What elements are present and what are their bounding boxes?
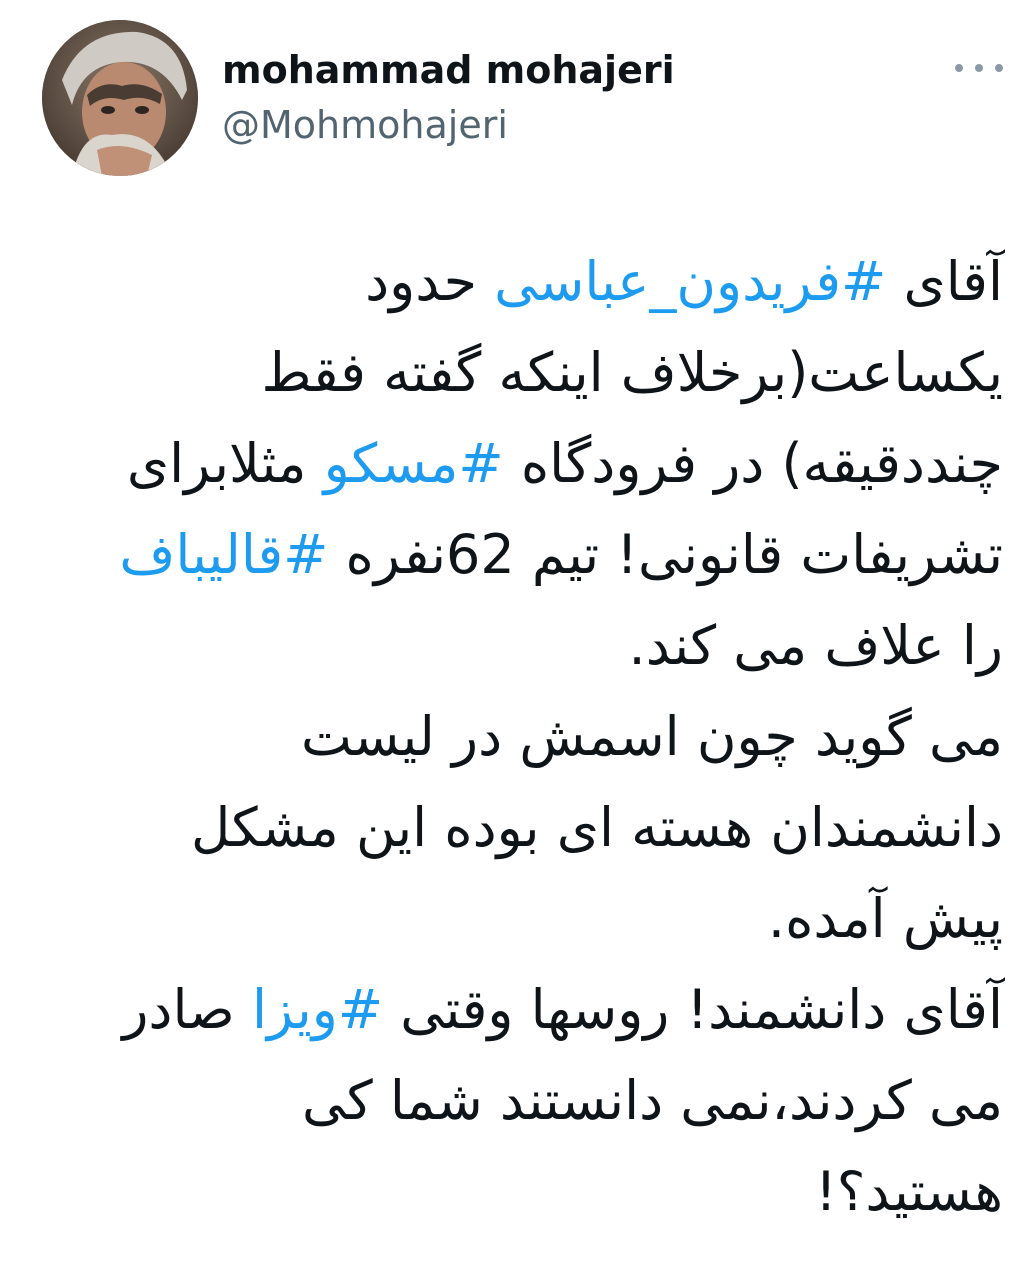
tweet-line: هستید؟! [43, 1146, 1003, 1237]
more-dot [995, 64, 1003, 72]
tweet-line: چنددقیقه) در فرودگاه #مسکو مثلابرای [43, 418, 1003, 509]
hashtag-link[interactable]: #فریدون_عباسی [494, 250, 886, 313]
text-segment: می گوید چون اسمش در لیست [300, 705, 1003, 768]
text-segment: حدود [365, 250, 495, 313]
tweet-line: می کردند،نمی دانستند شما کی [43, 1055, 1003, 1146]
tweet: mohammad mohajeri @Mohmohajeri آقای #فری… [0, 0, 1023, 1280]
tweet-line: می گوید چون اسمش در لیست [43, 691, 1003, 782]
tweet-line: را علاف می کند. [43, 600, 1003, 691]
more-dot [955, 64, 963, 72]
tweet-line: تشریفات قانونی! تیم 62نفره #قالیباف [43, 509, 1003, 600]
text-segment: پیش آمده. [767, 887, 1003, 950]
tweet-line: آقای #فریدون_عباسی حدود [43, 236, 1003, 327]
text-segment: هستید؟! [815, 1160, 1003, 1223]
text-segment: آقای دانشمند! روسها وقتی [383, 978, 1003, 1041]
author-handle[interactable]: @Mohmohajeri [222, 101, 508, 149]
tweet-line: دانشمندان هسته ای بوده این مشکل [43, 782, 1003, 873]
text-segment: می کردند،نمی دانستند شما کی [301, 1069, 1003, 1132]
avatar[interactable] [42, 20, 198, 176]
more-horizontal-icon[interactable] [955, 58, 1003, 78]
text-segment: چنددقیقه) در فرودگاه [503, 432, 1003, 495]
hashtag-link[interactable]: #ویزا [252, 978, 383, 1041]
tweet-text: آقای #فریدون_عباسی حدود یکساعت(برخلاف ای… [43, 236, 1003, 1237]
text-segment: آقای [886, 250, 1003, 313]
text-segment: یکساعت(برخلاف اینکه گفته فقط [261, 341, 1003, 404]
more-dot [975, 64, 983, 72]
text-segment: دانشمندان هسته ای بوده این مشکل [191, 796, 1003, 859]
tweet-line: آقای دانشمند! روسها وقتی #ویزا صادر [43, 964, 1003, 1055]
text-segment: تشریفات قانونی! تیم 62نفره [328, 523, 1003, 586]
tweet-line: پیش آمده. [43, 873, 1003, 964]
author-display-name[interactable]: mohammad mohajeri [222, 46, 675, 94]
text-segment: مثلابرای [126, 432, 324, 495]
tweet-line: یکساعت(برخلاف اینکه گفته فقط [43, 327, 1003, 418]
text-segment: را علاف می کند. [628, 614, 1003, 677]
hashtag-link[interactable]: #مسکو [324, 432, 504, 495]
hashtag-link[interactable]: #قالیباف [119, 523, 328, 586]
text-segment: صادر [122, 978, 252, 1041]
avatar-image [42, 20, 198, 176]
